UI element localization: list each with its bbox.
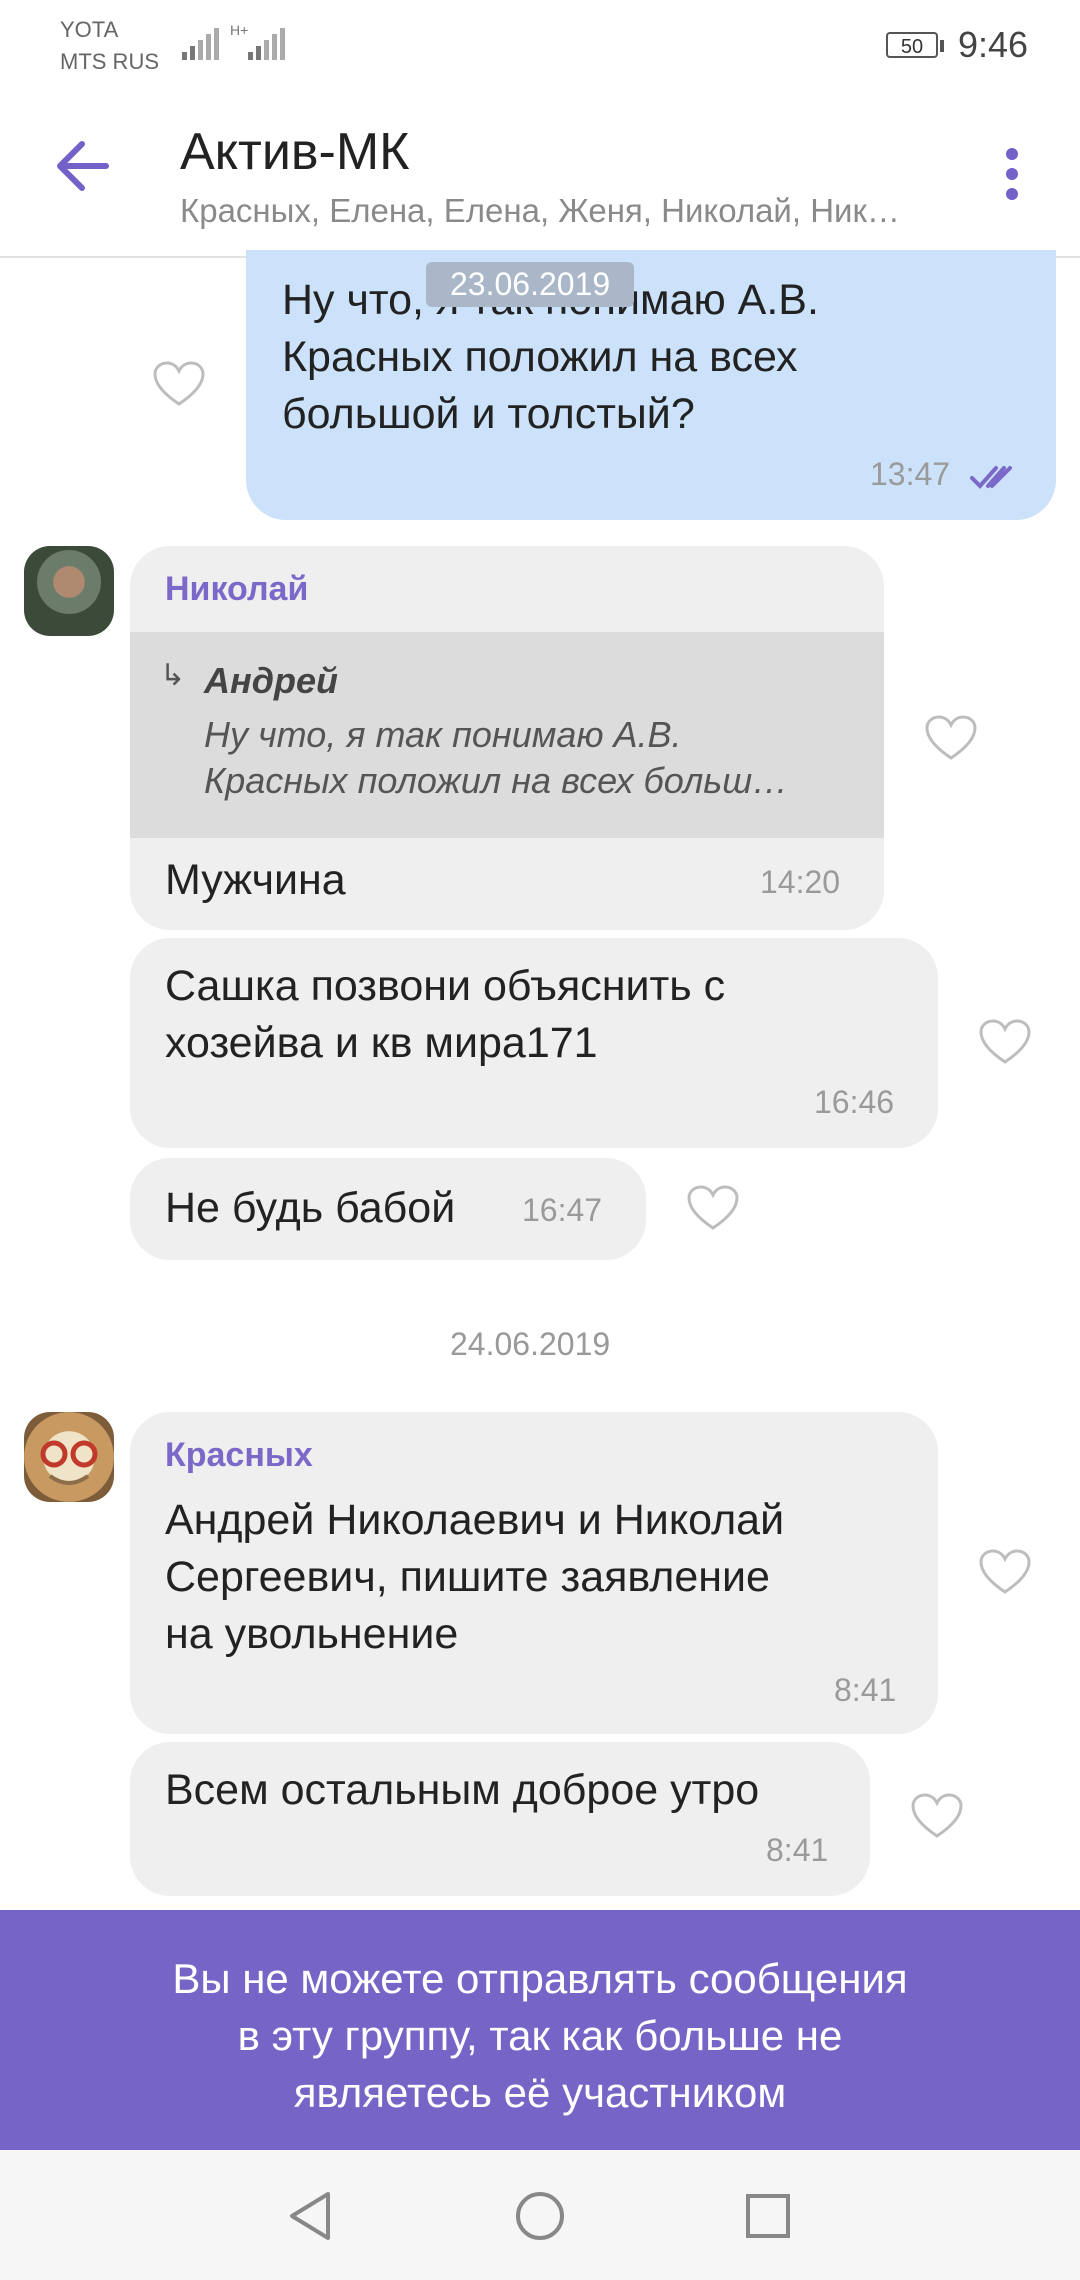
chat-header xyxy=(0,110,1080,258)
sender-name: Красных xyxy=(165,1436,313,1474)
message-text-line: большой и толстый? xyxy=(282,390,695,438)
message-time: 16:47 xyxy=(522,1192,603,1228)
like-heart-icon[interactable] xyxy=(978,1018,1032,1066)
message-text-line: Красных положил на всех xyxy=(282,333,798,381)
date-chip: 23.06.2019 xyxy=(426,262,635,307)
like-heart-icon[interactable] xyxy=(686,1184,740,1232)
carrier-2: MTS RUS xyxy=(60,49,159,74)
signal-2-label: H+ xyxy=(230,22,249,38)
like-heart-icon[interactable] xyxy=(924,714,978,762)
signal-2-icon xyxy=(248,28,285,60)
clock: 9:46 xyxy=(958,24,1029,65)
chat-title[interactable]: Актив-МК xyxy=(180,122,409,182)
banner-line: Вы не можете отправлять сообщения xyxy=(172,1955,908,2002)
incoming-message[interactable]: Красных Андрей Николаевич и Николай Серг… xyxy=(130,1412,938,1734)
message-text: Мужчина xyxy=(165,856,346,904)
message-time: 16:46 xyxy=(814,1084,895,1120)
carrier-1: YOTA xyxy=(60,17,119,42)
message-text-line: на увольнение xyxy=(165,1610,459,1658)
like-heart-icon[interactable] xyxy=(910,1792,964,1840)
recents-square-icon[interactable] xyxy=(744,2192,792,2240)
chat-members[interactable]: Красных, Елена, Елена, Женя, Николай, Ни… xyxy=(180,192,900,230)
message-time: 14:20 xyxy=(760,864,841,900)
message-text: Всем остальным доброе утро xyxy=(165,1766,760,1814)
reply-arrow-icon: ↳ xyxy=(160,659,186,692)
incoming-message[interactable]: Всем остальным доброе утро 8:41 xyxy=(130,1742,870,1896)
read-double-check-icon xyxy=(970,466,1012,489)
incoming-message[interactable]: Николай ↳ Андрей Ну что, я так понимаю А… xyxy=(130,546,884,930)
message-time: 8:41 xyxy=(834,1672,897,1708)
message-text-line: Андрей Николаевич и Николай xyxy=(165,1496,785,1544)
outgoing-message[interactable]: Ну что, я так понимаю А.В. Красных полож… xyxy=(246,250,1056,520)
battery-icon: 50 xyxy=(886,32,938,58)
like-heart-icon[interactable] xyxy=(152,360,206,408)
avatar-nikolay[interactable] xyxy=(24,546,114,636)
message-time: 13:47 xyxy=(870,456,951,492)
reply-text-line: Красных положил на всех больш… xyxy=(204,760,789,801)
avatar-krasnykh[interactable] xyxy=(24,1412,114,1502)
banner-line: являетесь её участником xyxy=(293,2069,787,2116)
date-separator: 24.06.2019 xyxy=(450,1326,611,1362)
quoted-reply[interactable]: ↳ Андрей Ну что, я так понимаю А.В. Крас… xyxy=(130,632,884,838)
avatar-face-icon xyxy=(40,1440,98,1485)
home-circle-icon[interactable] xyxy=(514,2190,566,2242)
message-text-line: Сашка позвони объяснить с xyxy=(165,962,726,1010)
battery-tip xyxy=(940,40,944,52)
message-text: Не будь бабой xyxy=(165,1184,456,1232)
like-heart-icon[interactable] xyxy=(978,1548,1032,1596)
status-bar: YOTA MTS RUS H+ 50 9:46 xyxy=(0,0,1080,90)
banner-line: в эту группу, так как больше не xyxy=(237,2012,843,2059)
reply-author: Андрей xyxy=(204,660,338,701)
sender-name: Николай xyxy=(165,570,309,608)
incoming-message[interactable]: Не будь бабой 16:47 xyxy=(130,1158,646,1260)
incoming-message[interactable]: Сашка позвони объяснить с хозейва и кв м… xyxy=(130,938,938,1148)
reply-text-line: Ну что, я так понимаю А.В. xyxy=(204,714,682,755)
back-triangle-icon[interactable] xyxy=(286,2190,334,2242)
back-arrow-icon[interactable] xyxy=(54,140,110,192)
more-menu-icon[interactable] xyxy=(1006,148,1020,208)
message-text-line: Сергеевич, пишите заявление xyxy=(165,1553,770,1601)
system-nav-bar xyxy=(0,2150,1080,2280)
message-text-line: хозейва и кв мира171 xyxy=(165,1019,598,1067)
message-time: 8:41 xyxy=(766,1832,829,1868)
not-member-banner: Вы не можете отправлять сообщения в эту … xyxy=(0,1910,1080,2150)
signal-icon xyxy=(182,28,219,60)
